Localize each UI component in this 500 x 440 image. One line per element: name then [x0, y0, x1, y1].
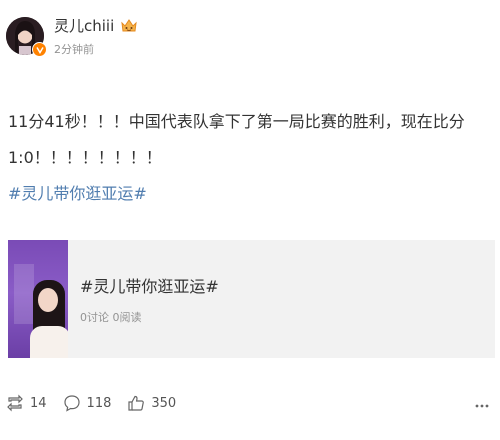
member-crown-icon[interactable] — [120, 17, 138, 35]
name-row: 灵儿chiii — [54, 16, 138, 36]
post-header: 灵儿chiii 2分钟前 — [6, 8, 138, 64]
like-button[interactable]: 350 — [127, 394, 176, 412]
comment-count: 118 — [86, 395, 112, 411]
post-text-line-1: 11分41秒！！！中国代表队拿下了第一局比赛的胜利，现在比分 — [8, 112, 465, 131]
post-hashtag-link[interactable]: #灵儿带你逛亚运# — [8, 176, 488, 212]
thumbnail-sign-shape — [14, 264, 34, 324]
verified-badge-icon — [32, 42, 47, 57]
topic-card-stats: 0讨论 0阅读 — [80, 311, 142, 324]
topic-card-thumbnail — [8, 240, 68, 358]
comment-icon — [63, 395, 80, 412]
post-text-line-2: 1:0！！！！！！！！ — [8, 148, 162, 167]
thumbnail-body-shape — [30, 326, 68, 358]
repost-count: 14 — [30, 395, 47, 411]
thumbs-up-icon — [128, 395, 145, 411]
repost-icon — [7, 394, 23, 412]
comment-button[interactable]: 118 — [63, 394, 112, 412]
repost-button[interactable]: 14 — [6, 394, 47, 412]
weibo-post: 灵儿chiii 2分钟前 11分41秒！！！中国代表队拿下了第一局比赛的胜利，现… — [0, 0, 500, 440]
avatar-container[interactable] — [6, 17, 47, 57]
username[interactable]: 灵儿chiii — [54, 15, 114, 36]
more-options-button[interactable] — [474, 398, 490, 414]
post-content: 11分41秒！！！中国代表队拿下了第一局比赛的胜利，现在比分 1:0！！！！！！… — [8, 104, 488, 212]
more-dots-icon — [475, 404, 489, 408]
topic-card-title[interactable]: #灵儿带你逛亚运# — [80, 273, 219, 297]
topic-card[interactable]: #灵儿带你逛亚运# 0讨论 0阅读 — [8, 240, 495, 358]
author-info: 灵儿chiii 2分钟前 — [54, 16, 138, 57]
topic-card-text: #灵儿带你逛亚运# 0讨论 0阅读 — [68, 240, 219, 358]
post-actions: 14 118 350 — [6, 388, 192, 418]
thumbnail-face-shape — [38, 288, 58, 312]
like-count: 350 — [151, 395, 177, 411]
post-time[interactable]: 2分钟前 — [54, 41, 138, 57]
